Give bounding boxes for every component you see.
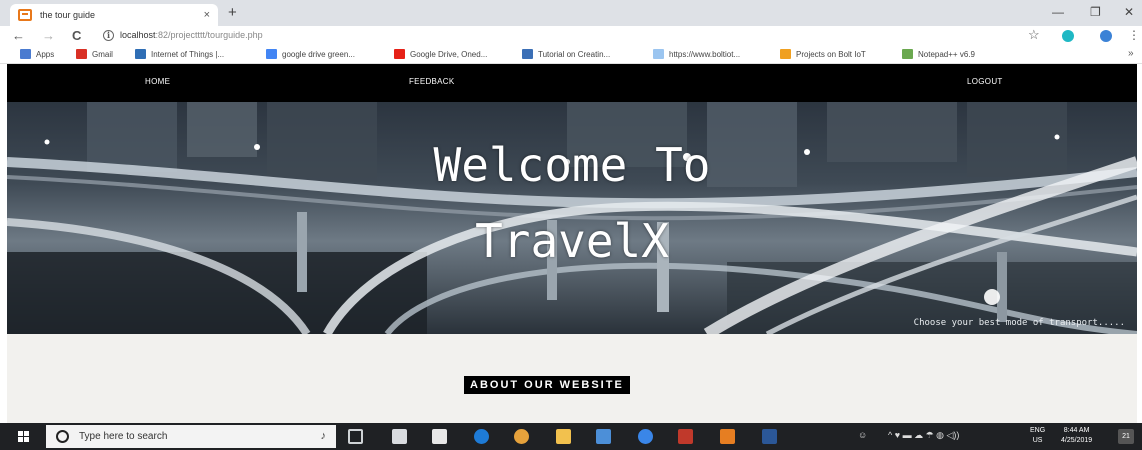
windows-taskbar: Type here to search ♪ ☺ ^ ♥ ▬ ☁ ☂ ◍ ◁)) … bbox=[0, 423, 1142, 450]
taskbar-search-box[interactable]: Type here to search ♪ bbox=[46, 425, 336, 448]
extension-icon[interactable] bbox=[1062, 30, 1074, 42]
tab-favicon-icon bbox=[18, 9, 32, 21]
edge-icon[interactable] bbox=[474, 429, 489, 444]
reload-button[interactable]: C bbox=[72, 27, 81, 45]
address-bar-row: ← → C i localhost:82/projectttt/tourguid… bbox=[0, 26, 1142, 46]
browser-menu-icon[interactable]: ⋮ bbox=[1128, 28, 1140, 42]
bookmarks-bar: Apps Gmail Internet of Things |... googl… bbox=[0, 46, 1142, 64]
youtube-icon bbox=[394, 49, 405, 59]
iot-icon bbox=[135, 49, 146, 59]
globe-icon[interactable] bbox=[638, 429, 653, 444]
gmail-icon bbox=[76, 49, 87, 59]
microphone-icon[interactable]: ♪ bbox=[321, 430, 327, 442]
notification-center-icon[interactable]: 21 bbox=[1118, 429, 1134, 444]
url-field[interactable]: localhost:82/projectttt/tourguide.php bbox=[120, 30, 263, 40]
chrome-icon[interactable] bbox=[514, 429, 529, 444]
store-icon[interactable] bbox=[432, 429, 447, 444]
taskbar-search-placeholder: Type here to search bbox=[79, 431, 168, 442]
bolt-icon bbox=[780, 49, 791, 59]
page-icon bbox=[653, 49, 664, 59]
bookmark-gmail[interactable]: Gmail bbox=[76, 49, 113, 59]
bookmark-notepad[interactable]: Notepad++ v6.9 bbox=[902, 49, 975, 59]
bookmarks-overflow-icon[interactable]: » bbox=[1128, 48, 1134, 59]
content-section: ABOUT OUR WEBSITE bbox=[7, 334, 1137, 423]
apps-grid-icon bbox=[20, 49, 31, 59]
browser-tab[interactable]: the tour guide × bbox=[10, 4, 218, 26]
bookmark-tutorial[interactable]: Tutorial on Creatin... bbox=[522, 49, 610, 59]
profile-avatar[interactable] bbox=[1100, 30, 1112, 42]
hero-title-line1: Welcome To bbox=[433, 138, 711, 192]
screen: the tour guide × + — ❐ ✕ ← → C i localho… bbox=[0, 0, 1142, 450]
url-host: localhost bbox=[120, 30, 156, 40]
language-indicator[interactable]: ENG US bbox=[1030, 426, 1045, 446]
red-app-icon[interactable] bbox=[678, 429, 693, 444]
notepad-icon bbox=[902, 49, 913, 59]
system-tray-icons[interactable]: ^ ♥ ▬ ☁ ☂ ◍ ◁)) bbox=[888, 430, 959, 441]
site-info-icon[interactable]: i bbox=[103, 30, 114, 41]
people-icon[interactable]: ☺ bbox=[858, 430, 867, 440]
bookmark-projects-bolt[interactable]: Projects on Bolt IoT bbox=[780, 49, 866, 59]
orange-app-icon[interactable] bbox=[720, 429, 735, 444]
about-heading: ABOUT OUR WEBSITE bbox=[464, 376, 630, 394]
task-view-icon[interactable] bbox=[348, 429, 363, 444]
bookmark-star-icon[interactable]: ☆ bbox=[1028, 27, 1040, 43]
close-window-button[interactable]: ✕ bbox=[1124, 4, 1134, 20]
clock-date: 4/25/2019 bbox=[1061, 437, 1093, 444]
hero-title-line2: TravelX bbox=[475, 214, 669, 268]
bookmark-google-drive-green[interactable]: google drive green... bbox=[266, 49, 355, 59]
taskbar-clock[interactable]: 8:44 AM 4/25/2019 bbox=[1061, 426, 1092, 446]
site-nav-bar: HOME FEEDBACK LOGOUT bbox=[7, 64, 1137, 102]
file-explorer-icon[interactable] bbox=[556, 429, 571, 444]
nav-home-link[interactable]: HOME bbox=[145, 77, 170, 86]
nav-feedback-link[interactable]: FEEDBACK bbox=[409, 77, 455, 86]
bookmark-apps[interactable]: Apps bbox=[20, 49, 54, 59]
minimize-button[interactable]: — bbox=[1052, 4, 1064, 20]
hero-banner: Welcome To TravelX Choose your best mode… bbox=[7, 102, 1137, 334]
hero-subtitle: Choose your best mode of transport..... bbox=[913, 318, 1125, 328]
bookmark-iot[interactable]: Internet of Things |... bbox=[135, 49, 224, 59]
windows-start-icon[interactable] bbox=[18, 431, 30, 442]
nav-logout-link[interactable]: LOGOUT bbox=[967, 77, 1003, 86]
tab-title: the tour guide bbox=[40, 10, 96, 20]
app-icon[interactable] bbox=[596, 429, 611, 444]
forward-button[interactable]: → bbox=[42, 27, 55, 45]
cortana-icon bbox=[56, 430, 69, 443]
bookmark-google-drive-oned[interactable]: Google Drive, Oned... bbox=[394, 49, 487, 59]
chart-icon bbox=[522, 49, 533, 59]
restore-button[interactable]: ❐ bbox=[1090, 4, 1101, 20]
back-button[interactable]: ← bbox=[12, 27, 25, 45]
browser-tab-bar: the tour guide × + — ❐ ✕ bbox=[0, 0, 1142, 26]
google-icon bbox=[266, 49, 277, 59]
url-path: :82/projectttt/tourguide.php bbox=[155, 30, 263, 40]
network-folder-icon[interactable] bbox=[392, 429, 407, 444]
new-tab-button[interactable]: + bbox=[228, 4, 237, 22]
word-icon[interactable] bbox=[762, 429, 777, 444]
bookmark-boltiot[interactable]: https://www.boltiot... bbox=[653, 49, 740, 59]
tab-close-icon[interactable]: × bbox=[204, 9, 210, 21]
clock-time: 8:44 AM bbox=[1063, 427, 1090, 434]
